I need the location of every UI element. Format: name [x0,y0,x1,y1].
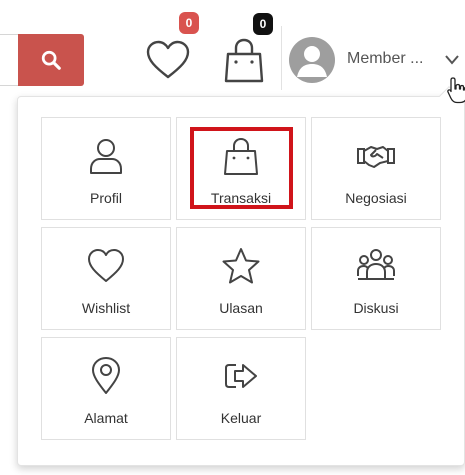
star-icon [222,248,260,284]
header-divider [281,26,282,90]
menu-item-wishlist[interactable]: Wishlist [41,227,171,330]
group-icon [357,249,395,280]
menu-item-label: Transaksi [210,190,272,206]
menu-item-diskusi[interactable]: Diskusi [311,227,441,330]
menu-item-label: Keluar [220,410,262,426]
menu-item-profil[interactable]: Profil [41,117,171,220]
menu-item-alamat[interactable]: Alamat [41,337,171,440]
cart-count-badge: 0 [253,13,273,35]
search-button[interactable] [18,34,84,86]
search-input[interactable] [0,34,20,86]
shopping-bag-icon [224,137,258,175]
menu-item-keluar[interactable]: Keluar [176,337,306,440]
menu-item-negosiasi[interactable]: Negosiasi [311,117,441,220]
menu-item-label: Profil [90,190,122,206]
menu-item-transaksi[interactable]: Transaksi [176,117,306,220]
user-icon [90,139,122,174]
menu-item-label: Negosiasi [345,190,407,206]
wishlist-button[interactable] [145,39,191,81]
shopping-bag-icon [224,38,264,83]
member-name-label[interactable]: Member ... [347,50,423,68]
user-avatar-icon[interactable] [289,37,335,83]
menu-item-label: Alamat [84,410,128,426]
menu-item-label: Diskusi [353,300,399,316]
menu-item-ulasan[interactable]: Ulasan [176,227,306,330]
cart-button[interactable] [222,36,266,84]
chevron-down-icon[interactable] [444,54,460,66]
logout-icon [225,364,257,388]
hand-cursor-icon [447,76,465,104]
handshake-icon [357,146,395,168]
search-icon [41,50,61,70]
menu-item-label: Wishlist [81,300,131,316]
wishlist-count-badge: 0 [179,12,199,34]
location-pin-icon [92,357,120,394]
heart-icon [88,249,124,282]
heart-icon [146,40,190,79]
menu-item-label: Ulasan [219,300,263,316]
